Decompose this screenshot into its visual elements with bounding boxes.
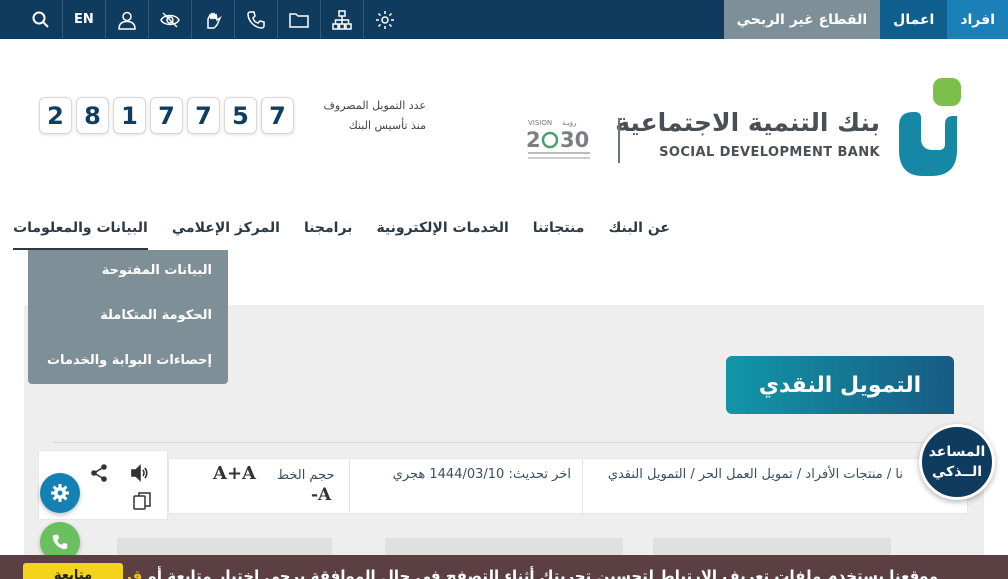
audience-segments: افراد اعمال القطاع غير الربحي	[723, 0, 1008, 39]
audio-icon[interactable]	[129, 463, 149, 483]
font-decrease-button[interactable]: -A	[311, 485, 331, 505]
nav-item-programs[interactable]: برامجنا	[304, 220, 353, 250]
folder-icon	[289, 12, 309, 28]
top-bar: افراد اعمال القطاع غير الربحي EN	[0, 0, 1008, 39]
settings-float-button[interactable]	[40, 473, 80, 513]
sitemap-icon	[332, 9, 352, 30]
phone-icon	[247, 10, 265, 29]
top-tools: EN	[20, 0, 406, 39]
counter-label-2: منذ تأسيس البنك	[348, 119, 426, 132]
dropdown-item-integrated-government[interactable]: الحكومة المتكاملة	[100, 308, 212, 323]
vision-2030-logo-icon: VISION رؤيـة 2 30	[526, 119, 590, 159]
counter-digit: 8	[76, 97, 109, 134]
cookie-banner: موقعنا يستخدم ملفات تعريف الارتباط لتحسي…	[0, 555, 1008, 579]
logo-divider	[618, 118, 620, 163]
eye-slash-icon	[159, 11, 180, 28]
documents-button[interactable]	[276, 0, 320, 39]
last-update: اخر تحديث: 1444/03/10 هجري	[392, 467, 571, 482]
bank-name-english: SOCIAL DEVELOPMENT BANK	[659, 145, 880, 160]
counter-digit: 7	[187, 97, 220, 134]
dropdown-item-portal-statistics[interactable]: إحصاءات البوابة والخدمات	[47, 353, 212, 368]
funding-counter: 2 8 1 7 7 5 7	[39, 97, 298, 134]
cookie-continue-button[interactable]: متابعة	[23, 563, 123, 579]
segment-individuals[interactable]: افراد	[947, 0, 1008, 39]
font-increase-button[interactable]: A+A	[213, 463, 256, 484]
sign-language-icon	[207, 12, 222, 29]
assistant-line-1: المساعد	[928, 443, 986, 460]
nav-item-products[interactable]: منتجاتنا	[533, 220, 585, 250]
page-info-bar: نا / منتجات الأفراد / تمويل العمل الحر /…	[168, 458, 968, 515]
nav-item-about[interactable]: عن البنك	[608, 220, 670, 250]
language-label: EN	[74, 12, 94, 27]
cookie-message: موقعنا يستخدم ملفات تعريف الارتباط لتحسي…	[52, 567, 938, 579]
contact-button[interactable]	[233, 0, 277, 39]
svg-text:30: 30	[560, 128, 589, 152]
segment-business[interactable]: اعمال	[880, 0, 948, 39]
visual-accessibility-button[interactable]	[147, 0, 191, 39]
dropdown-item-open-data[interactable]: البيانات المفتوحة	[102, 263, 212, 278]
bank-logo-icon[interactable]	[893, 78, 961, 176]
svg-text:VISION: VISION	[528, 119, 552, 127]
counter-digit: 5	[224, 97, 257, 134]
counter-label-1: عدد التمويل المصروف	[323, 99, 426, 112]
nav-item-media-center[interactable]: المركز الإعلامي	[172, 220, 280, 250]
cookie-text: موقعنا يستخدم ملفات تعريف الارتباط لتحسي…	[147, 567, 938, 579]
counter-digit: 2	[39, 97, 72, 134]
nav-item-e-services[interactable]: الخدمات الإلكترونية	[376, 220, 508, 250]
segment-nonprofit[interactable]: القطاع غير الربحي	[723, 0, 881, 39]
svg-text:2: 2	[526, 128, 541, 152]
counter-digit: 7	[150, 97, 183, 134]
login-button[interactable]	[104, 0, 148, 39]
nav-dropdown: البيانات المفتوحة الحكومة المتكاملة إحصا…	[28, 250, 228, 384]
phone-icon	[52, 534, 68, 550]
settings-button[interactable]	[362, 0, 406, 39]
counter-digit: 7	[261, 97, 294, 134]
share-icon[interactable]	[89, 463, 109, 483]
info-divider	[582, 459, 583, 515]
user-icon	[118, 11, 136, 30]
font-size-label: حجم الخط	[277, 468, 335, 483]
sign-language-button[interactable]	[190, 0, 234, 39]
divider	[53, 442, 953, 443]
svg-text:رؤيـة: رؤيـة	[562, 119, 577, 127]
search-icon	[32, 11, 49, 28]
smart-assistant-button[interactable]: المساعد الــذكي	[919, 424, 995, 500]
settings-icon	[375, 10, 394, 29]
assistant-line-2: الــذكي	[931, 464, 983, 480]
counter-digit: 1	[113, 97, 146, 134]
info-divider	[349, 459, 350, 515]
search-button[interactable]	[20, 0, 62, 39]
gear-icon	[51, 484, 69, 502]
copy-icon[interactable]	[132, 491, 152, 511]
sitemap-button[interactable]	[319, 0, 363, 39]
nav-item-data-info[interactable]: البيانات والمعلومات	[13, 220, 148, 250]
page-title: التمويل النقدي	[726, 356, 954, 414]
bank-name-arabic: بنك التنمية الاجتماعية	[615, 108, 880, 137]
language-toggle[interactable]: EN	[62, 0, 105, 39]
breadcrumb[interactable]: نا / منتجات الأفراد / تمويل العمل الحر /…	[608, 467, 903, 482]
main-nav: عن البنك منتجاتنا الخدمات الإلكترونية بر…	[13, 220, 680, 250]
